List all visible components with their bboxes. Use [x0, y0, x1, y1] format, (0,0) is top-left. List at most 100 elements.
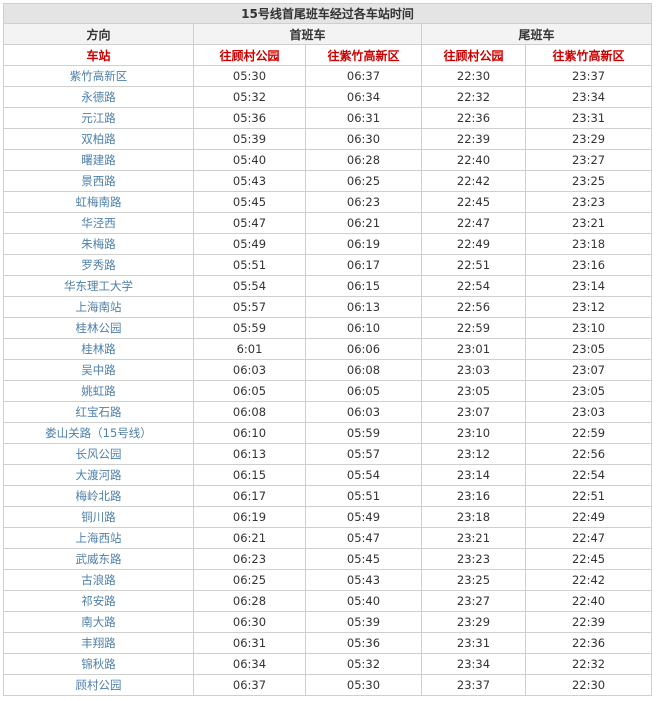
- station-cell[interactable]: 大渡河路: [3, 464, 194, 486]
- last-to-zizhu-time: 23:29: [524, 128, 653, 150]
- table-row: 红宝石路 06:08 06:03 23:07 23:03: [3, 401, 653, 423]
- last-to-zizhu-time: 23:05: [524, 380, 653, 402]
- last-to-zizhu-time: 22:56: [524, 443, 653, 465]
- schedule-body: 紫竹高新区 05:30 06:37 22:30 23:37 永德路 05:32 06:34 22…: [3, 65, 653, 696]
- station-cell[interactable]: 上海西站: [3, 527, 194, 549]
- station-cell[interactable]: 祁安路: [3, 590, 194, 612]
- first-to-gucun-time: 05:49: [193, 233, 306, 255]
- station-cell[interactable]: 古浪路: [3, 569, 194, 591]
- station-cell[interactable]: 娄山关路（15号线）: [3, 422, 194, 444]
- first-to-zizhu-time: 06:13: [305, 296, 422, 318]
- first-to-gucun-time: 05:54: [193, 275, 306, 297]
- last-to-zizhu-time: 23:27: [524, 149, 653, 171]
- last-to-gucun-time: 22:47: [421, 212, 526, 234]
- last-to-zizhu-time: 23:37: [524, 65, 653, 87]
- station-cell[interactable]: 丰翔路: [3, 632, 194, 654]
- first-to-gucun-time: 06:30: [193, 611, 306, 633]
- station-cell[interactable]: 永德路: [3, 86, 194, 108]
- first-to-zizhu-time: 06:34: [305, 86, 422, 108]
- last-to-gucun-time: 22:42: [421, 170, 526, 192]
- last-to-zizhu-time: 23:16: [524, 254, 653, 276]
- table-row: 曙建路 05:40 06:28 22:40 23:27: [3, 149, 653, 171]
- station-cell[interactable]: 罗秀路: [3, 254, 194, 276]
- station-cell[interactable]: 曙建路: [3, 149, 194, 171]
- first-to-zizhu-time: 05:36: [305, 632, 422, 654]
- last-to-zizhu-time: 22:36: [524, 632, 653, 654]
- table-row: 上海西站 06:21 05:47 23:21 22:47: [3, 527, 653, 549]
- last-to-zizhu-time: 22:54: [524, 464, 653, 486]
- station-cell[interactable]: 上海南站: [3, 296, 194, 318]
- last-to-zizhu-time: 22:40: [524, 590, 653, 612]
- table-row: 华东理工大学 05:54 06:15 22:54 23:14: [3, 275, 653, 297]
- station-cell[interactable]: 铜川路: [3, 506, 194, 528]
- last-to-gucun-time: 23:14: [421, 464, 526, 486]
- station-cell[interactable]: 虹梅南路: [3, 191, 194, 213]
- table-row: 上海南站 05:57 06:13 22:56 23:12: [3, 296, 653, 318]
- last-to-gucun-time: 23:07: [421, 401, 526, 423]
- first-to-zizhu-time: 06:17: [305, 254, 422, 276]
- first-to-gucun-time: 06:34: [193, 653, 306, 675]
- last-to-gucun-time: 23:23: [421, 548, 526, 570]
- table-row: 朱梅路 05:49 06:19 22:49 23:18: [3, 233, 653, 255]
- last-to-zizhu-time: 23:10: [524, 317, 653, 339]
- first-to-zizhu-time: 06:25: [305, 170, 422, 192]
- table-row: 双柏路 05:39 06:30 22:39 23:29: [3, 128, 653, 150]
- last-to-gucun-time: 22:45: [421, 191, 526, 213]
- first-to-zizhu-time: 05:30: [305, 674, 422, 696]
- station-cell[interactable]: 梅岭北路: [3, 485, 194, 507]
- station-cell[interactable]: 锦秋路: [3, 653, 194, 675]
- station-cell[interactable]: 紫竹高新区: [3, 65, 194, 87]
- last-to-zizhu-time: 22:42: [524, 569, 653, 591]
- station-cell[interactable]: 武威东路: [3, 548, 194, 570]
- table-title: 15号线首尾班车经过各车站时间: [2, 3, 653, 24]
- table-row: 姚虹路 06:05 06:05 23:05 23:05: [3, 380, 653, 402]
- last-to-zizhu-time: 22:51: [524, 485, 653, 507]
- table-row: 武威东路 06:23 05:45 23:23 22:45: [3, 548, 653, 570]
- table-row: 铜川路 06:19 05:49 23:18 22:49: [3, 506, 653, 528]
- station-cell[interactable]: 长风公园: [3, 443, 194, 465]
- table-row: 顾村公园 06:37 05:30 23:37 22:30: [3, 674, 653, 696]
- first-to-zizhu-time: 05:47: [305, 527, 422, 549]
- last-to-gucun-time: 23:27: [421, 590, 526, 612]
- last-to-gucun-time: 22:40: [421, 149, 526, 171]
- first-to-zizhu-time: 06:21: [305, 212, 422, 234]
- first-to-gucun-time: 06:15: [193, 464, 306, 486]
- table-row: 桂林路 6:01 06:06 23:01 23:05: [3, 338, 653, 360]
- station-cell[interactable]: 元江路: [3, 107, 194, 129]
- last-to-zizhu-time: 23:18: [524, 233, 653, 255]
- station-cell[interactable]: 华东理工大学: [3, 275, 194, 297]
- first-train-header: 首班车: [193, 23, 422, 45]
- station-cell[interactable]: 南大路: [3, 611, 194, 633]
- table-row: 元江路 05:36 06:31 22:36 23:31: [3, 107, 653, 129]
- station-cell[interactable]: 顾村公园: [3, 674, 194, 696]
- station-cell[interactable]: 景西路: [3, 170, 194, 192]
- first-to-gucun-time: 05:39: [193, 128, 306, 150]
- station-cell[interactable]: 华泾西: [3, 212, 194, 234]
- first-to-zizhu-time: 06:06: [305, 338, 422, 360]
- first-to-zizhu-time: 05:59: [305, 422, 422, 444]
- station-cell[interactable]: 姚虹路: [3, 380, 194, 402]
- first-to-gucun-header: 往顾村公园: [193, 44, 306, 66]
- first-to-gucun-time: 06:08: [193, 401, 306, 423]
- first-to-zizhu-time: 06:08: [305, 359, 422, 381]
- last-to-zizhu-time: 22:32: [524, 653, 653, 675]
- first-to-gucun-time: 05:40: [193, 149, 306, 171]
- first-to-gucun-time: 06:37: [193, 674, 306, 696]
- last-to-zizhu-time: 22:59: [524, 422, 653, 444]
- station-cell[interactable]: 红宝石路: [3, 401, 194, 423]
- first-to-gucun-time: 05:51: [193, 254, 306, 276]
- station-cell[interactable]: 桂林公园: [3, 317, 194, 339]
- station-cell[interactable]: 双柏路: [3, 128, 194, 150]
- first-to-zizhu-header: 往紫竹高新区: [305, 44, 422, 66]
- first-to-gucun-time: 06:03: [193, 359, 306, 381]
- station-cell[interactable]: 朱梅路: [3, 233, 194, 255]
- direction-header: 方向: [3, 23, 194, 45]
- last-to-zizhu-time: 23:25: [524, 170, 653, 192]
- station-cell[interactable]: 吴中路: [3, 359, 194, 381]
- last-to-zizhu-time: 23:03: [524, 401, 653, 423]
- station-cell[interactable]: 桂林路: [3, 338, 194, 360]
- table-row: 丰翔路 06:31 05:36 23:31 22:36: [3, 632, 653, 654]
- last-to-zizhu-time: 22:49: [524, 506, 653, 528]
- first-to-gucun-time: 05:59: [193, 317, 306, 339]
- first-to-zizhu-time: 05:45: [305, 548, 422, 570]
